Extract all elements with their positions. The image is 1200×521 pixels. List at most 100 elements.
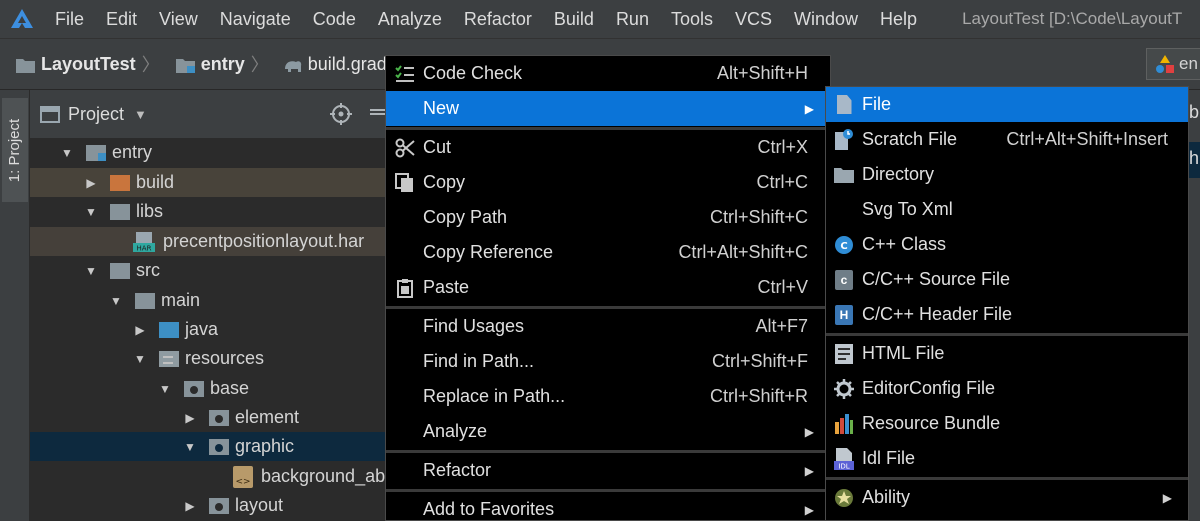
tree-row-label: entry	[112, 142, 153, 162]
folder-icon	[184, 380, 204, 397]
tree-row-har[interactable]: HAR precentpositionlayout.har	[30, 227, 385, 256]
left-tool-stripe: 1: Project	[0, 90, 30, 521]
menu-item-label: Refactor	[423, 460, 492, 480]
resource-bundle-icon	[834, 413, 854, 435]
tree-row-layout[interactable]: ▶ layout	[30, 491, 385, 520]
menu-item-shortcut: Ctrl+C	[756, 172, 808, 192]
menu-edit[interactable]: Edit	[95, 0, 148, 38]
run-config-selector[interactable]: en	[1146, 48, 1200, 80]
folder-icon	[834, 164, 854, 186]
submenu-item-c-source-file[interactable]: c C/C++ Source File	[826, 262, 1188, 297]
menu-item-paste[interactable]: Paste Ctrl+V	[386, 270, 830, 305]
submenu-item-resource-bundle[interactable]: Resource Bundle	[826, 406, 1188, 441]
menu-analyze[interactable]: Analyze	[367, 0, 453, 38]
project-window-icon	[40, 105, 60, 123]
project-tool-tab-label: 1: Project	[6, 118, 24, 182]
tree-row-java[interactable]: ▶ java	[30, 315, 385, 344]
tree-row-label: libs	[136, 201, 164, 221]
submenu-item-scratch-file[interactable]: Scratch File Ctrl+Alt+Shift+Insert	[826, 122, 1188, 157]
folder-icon	[135, 292, 155, 309]
expanded-arrow-icon: ▼	[134, 351, 146, 366]
svg-text:<>: <>	[235, 477, 250, 487]
submenu-item-cpp-class[interactable]: C C++ Class	[826, 227, 1188, 262]
tree-row-src[interactable]: ▼ src	[30, 256, 385, 285]
harmony-module-icon	[1156, 55, 1174, 73]
tree-row-entry[interactable]: ▼ entry	[30, 138, 385, 167]
resources-folder-icon	[159, 350, 179, 367]
submenu-item-c-header-file[interactable]: H C/C++ Header File	[826, 297, 1188, 332]
tree-row-libs[interactable]: ▼ libs	[30, 197, 385, 226]
editorconfig-icon	[834, 378, 854, 400]
menu-vcs[interactable]: VCS	[724, 0, 783, 38]
menu-item-label: Find in Path...	[423, 351, 535, 371]
menu-item-code-check[interactable]: Code Check Alt+Shift+H	[386, 56, 830, 91]
menu-file[interactable]: File	[44, 0, 95, 38]
menu-view[interactable]: View	[148, 0, 209, 38]
menu-item-label: File	[862, 94, 892, 114]
submenu-item-directory[interactable]: Directory	[826, 157, 1188, 192]
context-menu: Code Check Alt+Shift+H New ▶ Cut Ctrl+X …	[385, 55, 831, 521]
menu-item-label: EditorConfig File	[862, 378, 996, 398]
tree-row-main[interactable]: ▼ main	[30, 286, 385, 315]
source-folder-icon	[159, 321, 179, 338]
menu-item-label: New	[423, 98, 460, 118]
menu-item-refactor[interactable]: Refactor ▶	[386, 453, 830, 488]
menu-build[interactable]: Build	[543, 0, 605, 38]
menu-run[interactable]: Run	[605, 0, 660, 38]
menu-item-find-usages[interactable]: Find Usages Alt+F7	[386, 309, 830, 344]
menu-item-copy[interactable]: Copy Ctrl+C	[386, 165, 830, 200]
menu-item-copy-path[interactable]: Copy Path Ctrl+Shift+C	[386, 200, 830, 235]
tree-row-graphic[interactable]: ▼ graphic	[30, 432, 385, 461]
menu-item-new[interactable]: New ▶	[386, 91, 830, 126]
project-panel-header: Project ▼	[30, 90, 390, 138]
locate-target-icon[interactable]	[330, 103, 352, 125]
menu-item-copy-reference[interactable]: Copy Reference Ctrl+Alt+Shift+C	[386, 235, 830, 270]
excluded-folder-icon	[110, 174, 130, 191]
project-view-selector[interactable]: Project ▼	[40, 104, 147, 125]
menu-item-cut[interactable]: Cut Ctrl+X	[386, 130, 830, 165]
run-config-label: en	[1179, 54, 1198, 73]
menu-item-find-in-path[interactable]: Find in Path... Ctrl+Shift+F	[386, 344, 830, 379]
app-logo-icon	[0, 0, 44, 38]
menu-item-label: Code Check	[423, 63, 523, 83]
menu-refactor[interactable]: Refactor	[453, 0, 543, 38]
tree-row-build[interactable]: ▶ build	[30, 168, 385, 197]
expanded-arrow-icon: ▼	[85, 204, 97, 219]
menu-item-add-to-favorites[interactable]: Add to Favorites ▶	[386, 492, 830, 520]
expanded-arrow-icon: ▼	[159, 381, 171, 396]
clipped-text: b	[1189, 102, 1200, 122]
submenu-item-editorconfig-file[interactable]: EditorConfig File	[826, 371, 1188, 406]
tree-row-label: java	[185, 319, 219, 339]
tree-row-label: precentpositionlayout.har	[163, 231, 365, 251]
breadcrumb-project[interactable]: LayoutTest 〉	[0, 51, 160, 77]
tree-row-base[interactable]: ▼ base	[30, 374, 385, 403]
menu-navigate[interactable]: Navigate	[209, 0, 302, 38]
menu-tools[interactable]: Tools	[660, 0, 724, 38]
folder-icon	[209, 438, 229, 455]
tree-row-background-file[interactable]: <> background_ab	[30, 462, 385, 491]
submenu-item-file[interactable]: File	[826, 87, 1188, 122]
idl-file-icon: IDL	[834, 447, 854, 470]
breadcrumb-file[interactable]: build.gradle	[269, 54, 401, 75]
project-tool-tab[interactable]: 1: Project	[2, 98, 28, 202]
menu-item-replace-in-path[interactable]: Replace in Path... Ctrl+Shift+R	[386, 379, 830, 414]
folder-icon	[16, 57, 35, 73]
submenu-item-idl-file[interactable]: IDL Idl File	[826, 441, 1188, 476]
menu-item-label: Resource Bundle	[862, 413, 1001, 433]
tree-row-element[interactable]: ▶ element	[30, 403, 385, 432]
module-folder-icon	[175, 57, 195, 73]
menu-item-label: Idl File	[862, 448, 916, 468]
tree-row-resources[interactable]: ▼ resources	[30, 344, 385, 373]
menu-code[interactable]: Code	[302, 0, 367, 38]
menu-item-analyze[interactable]: Analyze ▶	[386, 414, 830, 449]
submenu-item-ability[interactable]: Ability ▶	[826, 480, 1188, 515]
menu-help[interactable]: Help	[869, 0, 928, 38]
paste-icon	[394, 277, 416, 299]
submenu-arrow-icon: ▶	[804, 502, 814, 517]
html-file-icon	[834, 343, 854, 365]
breadcrumb-module[interactable]: entry 〉	[160, 51, 269, 77]
menu-window[interactable]: Window	[783, 0, 869, 38]
submenu-item-html-file[interactable]: HTML File	[826, 336, 1188, 371]
clipped-text: h	[1189, 148, 1200, 168]
submenu-item-svg-to-xml[interactable]: Svg To Xml	[826, 192, 1188, 227]
